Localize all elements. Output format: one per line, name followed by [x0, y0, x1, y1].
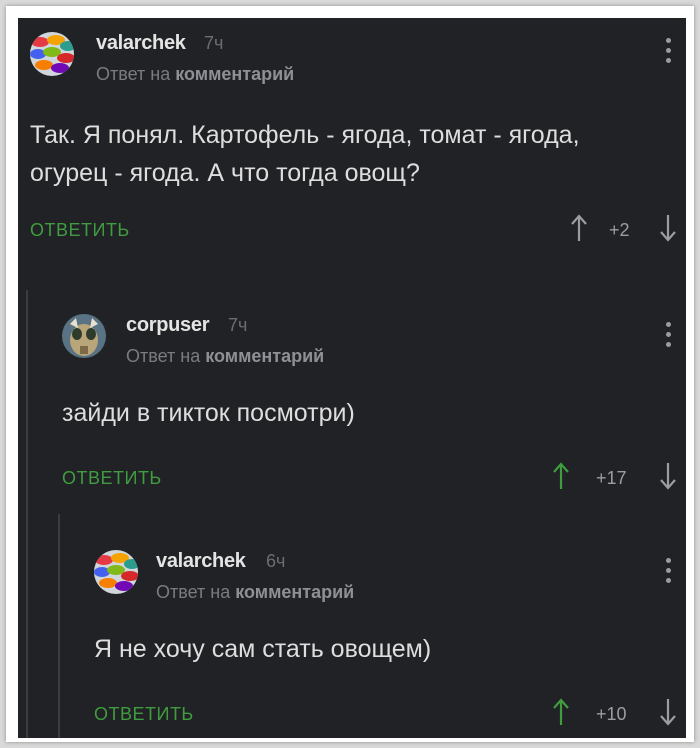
screenshot-frame: valarchek 7ч Ответ на комментарий Так. Я…: [6, 6, 694, 742]
more-vertical-icon[interactable]: [666, 322, 672, 348]
comment-2: corpuser 7ч Ответ на комментарий зайди в…: [18, 298, 686, 518]
arrow-down-icon[interactable]: [659, 214, 677, 242]
arrow-down-icon[interactable]: [659, 462, 677, 490]
comment-3: valarchek 6ч Ответ на комментарий Я не х…: [18, 534, 686, 738]
comments-screen: valarchek 7ч Ответ на комментарий Так. Я…: [18, 18, 686, 738]
vote-score: +17: [596, 468, 627, 488]
avatar-umbrellas[interactable]: [30, 32, 74, 76]
arrow-down-icon[interactable]: [659, 698, 677, 726]
vote-score: +2: [609, 220, 630, 240]
more-vertical-icon[interactable]: [666, 38, 672, 64]
arrow-up-icon[interactable]: [570, 214, 588, 242]
vote-score: +10: [596, 704, 627, 724]
comment-username[interactable]: corpuser: [126, 314, 209, 337]
reply-to-link[interactable]: комментарий: [175, 64, 294, 84]
reply-to-link[interactable]: комментарий: [205, 346, 324, 366]
reply-to-prefix: Ответ на: [96, 64, 171, 84]
comment-time: 7ч: [228, 315, 248, 335]
comment-text: Так. Я понял. Картофель - ягода, томат -…: [30, 121, 580, 187]
reply-to-line: Ответ на комментарий: [96, 64, 294, 85]
comment-time: 6ч: [266, 551, 286, 571]
creature-avatar-icon: [62, 314, 106, 358]
comment-time: 7ч: [204, 33, 224, 53]
arrow-up-icon[interactable]: [552, 698, 570, 726]
reply-to-prefix: Ответ на: [126, 346, 201, 366]
comment-username[interactable]: valarchek: [156, 550, 246, 573]
reply-button[interactable]: ОТВЕТИТЬ: [62, 468, 162, 489]
umbrellas-avatar-icon: [30, 32, 74, 76]
comment-1: valarchek 7ч Ответ на комментарий Так. Я…: [18, 18, 686, 278]
arrow-up-icon[interactable]: [552, 462, 570, 490]
avatar-umbrellas[interactable]: [94, 550, 138, 594]
reply-to-line: Ответ на комментарий: [126, 346, 324, 367]
umbrellas-avatar-icon: [94, 550, 138, 594]
more-vertical-icon[interactable]: [666, 558, 672, 584]
avatar-creature[interactable]: [62, 314, 106, 358]
reply-to-link[interactable]: комментарий: [235, 582, 354, 602]
reply-button[interactable]: ОТВЕТИТЬ: [30, 220, 130, 241]
comment-username[interactable]: valarchek: [96, 32, 186, 55]
reply-to-prefix: Ответ на: [156, 582, 231, 602]
comment-text: Я не хочу сам стать овощем): [94, 635, 432, 663]
comment-text: зайди в тикток посмотри): [62, 399, 355, 427]
reply-to-line: Ответ на комментарий: [156, 582, 354, 603]
reply-button[interactable]: ОТВЕТИТЬ: [94, 704, 194, 725]
